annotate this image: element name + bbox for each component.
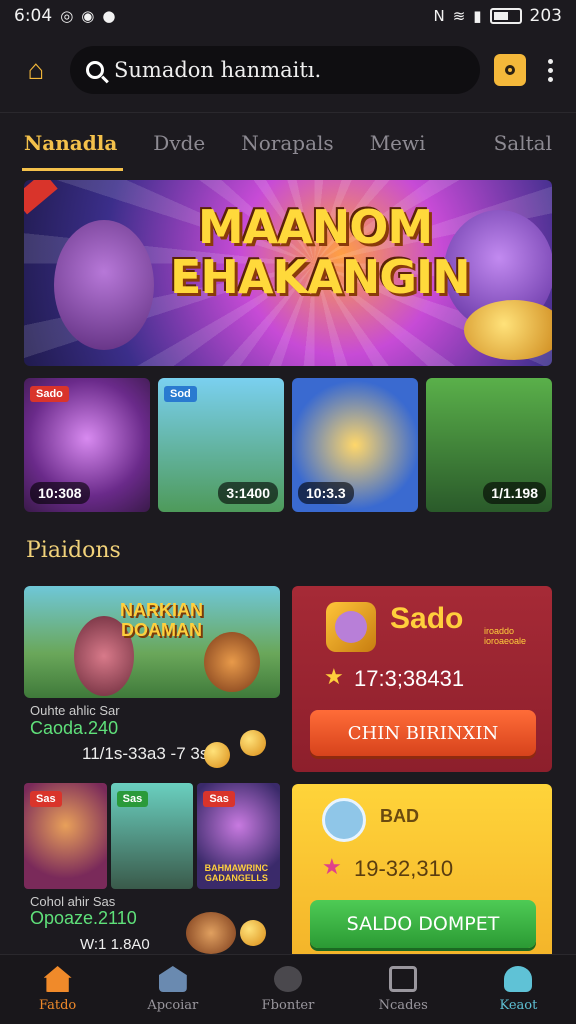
status-time: 6:04 (14, 6, 53, 26)
home-icon: ⌂ (27, 54, 45, 85)
notification-icon: ◎ (60, 7, 74, 25)
balance-title: Sado (390, 602, 464, 635)
search-bar[interactable] (70, 46, 480, 94)
card-tag: Sas (116, 791, 149, 807)
card-value: 10:308 (30, 482, 90, 504)
notification-button[interactable] (494, 54, 526, 86)
grid-caption: Cohol ahir Sas (30, 894, 116, 909)
grid-card-1[interactable]: Sas (24, 783, 107, 889)
game-card-1[interactable]: Sado 10:308 (24, 378, 150, 512)
hero-title-line2: EHAKANGIN (170, 250, 471, 304)
character-avatar (186, 912, 236, 954)
tab-saltal[interactable]: Saltal (494, 113, 552, 173)
fox-character (204, 632, 260, 692)
wallet-icon (322, 798, 366, 842)
hero-title-line1: MAANOM (197, 200, 433, 254)
feature-amount: Caoda.240 (30, 718, 119, 738)
tab-nanadla[interactable]: Nanadla (21, 113, 124, 173)
game-card-2[interactable]: Sod 3:1400 (158, 378, 284, 512)
game-card-row: Sado 10:308 Sod 3:1400 10:3.3 1/1.198 (24, 378, 552, 512)
nav-label: Fatdo (38, 998, 77, 1013)
wallet-value: 19-32,310 (354, 856, 454, 881)
coin-icon (240, 730, 266, 756)
feature-game-card[interactable]: NARKIAN DOAMAN (24, 586, 280, 698)
gold-pile (464, 300, 552, 360)
game-card-3[interactable]: 10:3.3 (292, 378, 418, 512)
nav-label: Ncades (378, 998, 428, 1013)
feature-title: NARKIAN DOAMAN (120, 600, 203, 640)
section-title: Piaidons (26, 538, 121, 563)
nav-home[interactable]: Fatdo (0, 955, 115, 1024)
wallet-title: BAD (380, 806, 419, 826)
nav-profile[interactable]: Keaot (461, 955, 576, 1024)
signal-icon: ▮ (473, 7, 482, 25)
saldo-dompet-button[interactable]: SALDO DOMPET (310, 900, 536, 948)
card-value: 10:3.3 (298, 482, 354, 504)
nav-label: Fbonter (261, 998, 315, 1013)
star-icon: ★ (322, 854, 342, 879)
star-icon: ★ (324, 664, 344, 689)
balance-value: 17:3;38431 (354, 666, 465, 691)
tab-mewi[interactable]: Mewi (370, 113, 426, 173)
battery-icon (489, 8, 522, 24)
tab-norapals[interactable]: Norapals (241, 113, 333, 173)
grid-details: W:1 1.8A0 (80, 936, 150, 953)
app-bar: ⌂ (0, 36, 576, 104)
more-options-button[interactable] (540, 58, 560, 82)
message-icon: ● (102, 7, 116, 25)
wallet-card: BAD ★ 19-32,310 SALDO DOMPET (292, 784, 552, 954)
balance-subtitle: iroaddo ioroaeoale (484, 626, 527, 646)
nav-store[interactable]: Apcoiar (115, 955, 230, 1024)
list-icon (389, 966, 418, 992)
card-tag: Sado (30, 386, 69, 402)
hot-ribbon (24, 180, 58, 215)
battery-text: 203 (529, 6, 562, 26)
feature-details: 11/1s-33a3 -7 3s0 (82, 744, 218, 763)
app-icon: ◉ (81, 7, 95, 25)
tab-dvde[interactable]: Dvde (153, 113, 205, 173)
grid-card-2[interactable]: Sas (110, 783, 194, 889)
home-icon (43, 966, 72, 992)
nav-label: Keaot (499, 998, 538, 1013)
more-icon (547, 58, 553, 64)
nav-tools[interactable]: Fbonter (230, 955, 345, 1024)
card-tag: Sod (164, 386, 197, 402)
store-icon (158, 966, 187, 992)
hero-banner[interactable]: MAANOM EHAKANGIN (24, 180, 552, 366)
coin-icon (204, 742, 230, 768)
nfc-icon: N (433, 7, 445, 25)
hero-title: MAANOM EHAKANGIN (170, 200, 471, 304)
card-value: 1/1.198 (483, 482, 546, 504)
home-button[interactable]: ⌂ (16, 50, 56, 90)
coin-icon (240, 920, 266, 946)
game-card-4[interactable]: 1/1.198 (426, 378, 552, 512)
wifi-icon: ≋ (452, 7, 466, 25)
search-input[interactable] (114, 58, 464, 82)
nav-label: Apcoiar (147, 998, 199, 1013)
search-icon (86, 61, 104, 79)
game-grid: Sas Sas Sas BAHMAWRINC GADANGELLS (24, 783, 281, 889)
grid-amount: Opoaze.2110 (30, 908, 137, 928)
feature-caption: Ouhte ahlic Sar (30, 703, 120, 718)
grid-card-title: BAHMAWRINC GADANGELLS (204, 863, 269, 883)
nav-list[interactable]: Ncades (346, 955, 461, 1024)
balance-action-button[interactable]: CHIN BIRINXIN (310, 710, 536, 756)
status-bar: 6:04 ◎ ◉ ● N ≋ ▮ 203 (0, 0, 576, 32)
category-tabs: Nanadla Dvde Norapals Mewi Saltal (0, 112, 576, 172)
character-badge-icon (326, 602, 376, 652)
tools-icon (274, 966, 302, 992)
bell-icon (505, 65, 515, 75)
bottom-navigation: Fatdo Apcoiar Fbonter Ncades Keaot (0, 954, 576, 1024)
dragon-character-left (54, 220, 154, 350)
card-tag: Sas (203, 791, 235, 807)
profile-icon (504, 966, 533, 992)
card-tag: Sas (30, 791, 62, 807)
balance-card: Sado iroaddo ioroaeoale ★ 17:3;38431 CHI… (292, 586, 552, 772)
card-value: 3:1400 (218, 482, 278, 504)
grid-card-3[interactable]: Sas BAHMAWRINC GADANGELLS (197, 783, 281, 889)
